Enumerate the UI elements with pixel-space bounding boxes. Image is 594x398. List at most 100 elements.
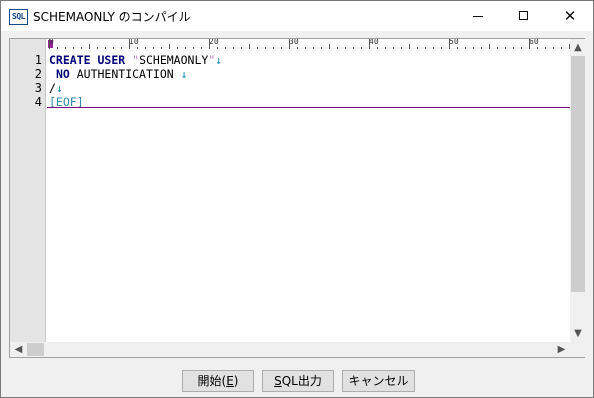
minimize-icon	[473, 16, 483, 17]
ruler-tick	[409, 44, 410, 49]
ruler-tick	[161, 47, 162, 49]
ruler-label: 10	[129, 39, 139, 46]
ruler-tick	[169, 44, 170, 49]
ruler-tick	[121, 47, 122, 49]
sql-app-icon: SQL	[9, 9, 28, 25]
ruler-tick	[377, 47, 378, 49]
cancel-button[interactable]: キャンセル	[342, 370, 415, 392]
ruler-tick	[313, 47, 314, 49]
ruler-tick	[129, 39, 130, 49]
ruler-tick	[249, 44, 250, 49]
ruler-tick	[465, 47, 466, 49]
ruler-label: 40	[369, 39, 379, 46]
ruler-tick	[113, 47, 114, 49]
ruler-tick	[497, 47, 498, 49]
ruler-tick	[385, 47, 386, 49]
ruler-tick	[209, 39, 210, 49]
ruler-tick	[361, 47, 362, 49]
vertical-scroll-thumb[interactable]	[571, 56, 585, 292]
ruler-tick	[545, 47, 546, 49]
ruler-tick	[185, 47, 186, 49]
close-button[interactable]: ✕	[547, 1, 593, 31]
start-button-mnemonic: E	[226, 374, 234, 388]
ruler-label: 60	[529, 39, 539, 46]
ruler-tick	[257, 47, 258, 49]
sql-output-mnemonic: S	[274, 374, 282, 388]
code-line: NO AUTHENTICATION ↓	[49, 67, 188, 81]
vertical-scrollbar[interactable]: ▲ ▼	[570, 39, 586, 342]
column-ruler: 0 10 20 30 40 50 60	[46, 39, 570, 49]
line-number: 3	[34, 81, 42, 95]
keyword-user: USER	[97, 53, 126, 67]
scroll-up-icon[interactable]: ▲	[570, 39, 586, 56]
ruler-tick	[433, 47, 434, 49]
newline-arrow-icon: ↓	[180, 67, 188, 81]
start-button-suffix: )	[233, 374, 239, 388]
ruler-label: 30	[289, 39, 299, 46]
ruler-tick	[425, 47, 426, 49]
scrollbar-corner	[570, 342, 586, 357]
ruler-tick	[561, 47, 562, 49]
ruler-tick	[321, 47, 322, 49]
scroll-left-icon[interactable]: ◀	[10, 342, 27, 357]
minimize-button[interactable]	[455, 1, 501, 31]
ruler-tick	[345, 47, 346, 49]
scroll-right-icon[interactable]: ▶	[553, 342, 570, 357]
ruler-tick	[273, 47, 274, 49]
authentication-text: AUTHENTICATION	[76, 67, 174, 81]
ruler-tick	[337, 47, 338, 49]
ruler-tick	[329, 44, 330, 49]
ruler-tick	[393, 47, 394, 49]
ruler-tick	[97, 47, 98, 49]
ruler-tick	[353, 47, 354, 49]
ruler-tick	[481, 47, 482, 49]
maximize-icon	[519, 11, 528, 20]
ruler-tick	[241, 47, 242, 49]
ruler-tick	[473, 47, 474, 49]
ruler-tick	[89, 44, 90, 49]
keyword-create: CREATE	[49, 53, 91, 67]
ruler-tick	[265, 47, 266, 49]
ruler-tick	[289, 39, 290, 49]
ruler-tick	[145, 47, 146, 49]
horizontal-scrollbar[interactable]: ◀ ▶	[10, 342, 570, 357]
ruler-tick	[529, 39, 530, 49]
line-number: 2	[34, 67, 42, 81]
line-number-gutter: 1 2 3 4	[10, 39, 46, 342]
ruler-tick	[73, 47, 74, 49]
ruler-tick	[105, 47, 106, 49]
sql-editor[interactable]: 1 2 3 4 0 10 20 30 40 50 60 CREATE USER …	[9, 38, 586, 358]
window-title: SCHEMAONLY のコンパイル	[33, 10, 191, 24]
title-bar[interactable]: SQL SCHEMAONLY のコンパイル ✕	[1, 1, 593, 31]
code-line: CREATE USER "SCHEMAONLY"↓	[49, 53, 222, 67]
ruler-tick	[305, 47, 306, 49]
ruler-tick	[193, 47, 194, 49]
ruler-tick	[201, 47, 202, 49]
horizontal-scroll-thumb[interactable]	[27, 343, 44, 356]
ruler-tick	[281, 47, 282, 49]
maximize-button[interactable]	[501, 1, 547, 31]
scroll-down-icon[interactable]: ▼	[570, 325, 586, 342]
ruler-tick	[297, 47, 298, 49]
ruler-tick	[81, 47, 82, 49]
ruler-tick	[369, 39, 370, 49]
schema-name: SCHEMAONLY	[139, 53, 209, 67]
ruler-tick	[449, 39, 450, 49]
cancel-button-label: キャンセル	[348, 374, 409, 388]
ruler-tick	[521, 47, 522, 49]
code-line: /↓	[49, 81, 63, 95]
ruler-tick	[233, 47, 234, 49]
sql-output-button[interactable]: SQL出力	[262, 370, 334, 392]
ruler-tick	[417, 47, 418, 49]
newline-arrow-icon: ↓	[55, 81, 63, 95]
ruler-tick	[441, 47, 442, 49]
close-icon: ✕	[563, 7, 577, 25]
start-button[interactable]: 開始(E)	[182, 370, 254, 392]
line-number: 4	[34, 95, 42, 109]
ruler-tick	[401, 47, 402, 49]
ruler-tick	[57, 47, 58, 49]
start-button-label: 開始(	[197, 374, 227, 388]
ruler-tick	[489, 44, 490, 49]
ruler-tick	[225, 47, 226, 49]
